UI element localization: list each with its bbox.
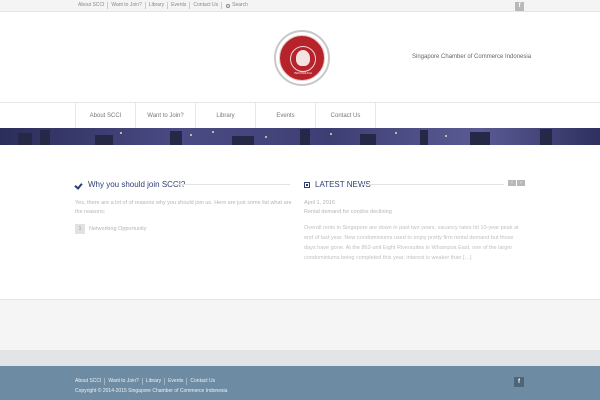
top-search[interactable]: Search — [222, 2, 248, 9]
why-join-heading: Why you should join SCCI? — [75, 180, 185, 189]
footer-nav: About SCCI Want to Join? Library Events … — [75, 378, 218, 385]
footer-link-contact[interactable]: Contact Us — [187, 378, 218, 385]
item-label: Networking Opportunity — [89, 226, 147, 232]
top-link-contact[interactable]: Contact Us — [190, 2, 223, 9]
top-bar: About SCCI Want to Join? Library Events … — [0, 0, 600, 12]
search-label: Search — [232, 2, 248, 8]
top-link-library[interactable]: Library — [146, 2, 169, 9]
news-carousel-arrows: ‹ › — [508, 180, 525, 186]
why-join-title: Why you should join SCCI? — [88, 180, 186, 189]
item-number: 1 — [75, 224, 85, 234]
top-link-about[interactable]: About SCCI — [78, 2, 109, 9]
copyright: Copyright © 2014-2015 Singapore Chamber … — [75, 388, 228, 394]
nav-item-about[interactable]: About SCCI — [76, 103, 136, 129]
top-nav: About SCCI Want to Join? Library Events … — [78, 2, 248, 9]
footer-top-band — [0, 350, 600, 366]
logo-seal: INDONESIA — [279, 35, 325, 81]
news-headline[interactable]: Rental demand for condos declining — [304, 209, 392, 215]
facebook-icon[interactable]: f — [514, 377, 524, 387]
why-join-lead: Yes, there are a lot of of reasons why y… — [75, 200, 292, 215]
top-link-join[interactable]: Want to Join? — [108, 2, 146, 9]
footer-link-about[interactable]: About SCCI — [75, 378, 106, 385]
divider — [362, 184, 504, 185]
footer-link-library[interactable]: Library — [143, 378, 166, 385]
news-excerpt: Overall rents in Singapore are down in p… — [304, 225, 519, 261]
footer-link-events[interactable]: Events — [165, 378, 188, 385]
top-link-events[interactable]: Events — [168, 2, 191, 9]
nav-item-library[interactable]: Library — [196, 103, 256, 129]
city-skyline-banner — [0, 128, 600, 145]
latest-news-heading: LATEST NEWS — [304, 180, 371, 189]
facebook-icon[interactable]: f — [515, 2, 524, 11]
divider — [172, 184, 290, 185]
nav-item-contact[interactable]: Contact Us — [316, 103, 376, 129]
grey-band — [0, 299, 600, 350]
news-date: April 1, 2016 — [304, 200, 335, 206]
site-footer: About SCCI Want to Join? Library Events … — [0, 366, 600, 400]
nav-item-join[interactable]: Want to Join? — [136, 103, 196, 129]
nav-item-events[interactable]: Events — [256, 103, 316, 129]
news-icon — [304, 181, 310, 188]
lion-icon — [296, 50, 310, 66]
logo-text: INDONESIA — [293, 71, 313, 75]
main-nav: About SCCI Want to Join? Library Events … — [0, 102, 600, 129]
site-header: INDONESIA Singapore Chamber of Commerce … — [0, 12, 600, 102]
search-icon — [226, 3, 231, 8]
list-item[interactable]: 1 Networking Opportunity — [75, 224, 146, 234]
next-arrow-icon[interactable]: › — [517, 180, 525, 186]
scci-logo[interactable]: INDONESIA — [274, 30, 330, 86]
prev-arrow-icon[interactable]: ‹ — [508, 180, 516, 186]
check-icon — [75, 182, 83, 188]
footer-link-join[interactable]: Want to Join? — [105, 378, 143, 385]
site-tagline: Singapore Chamber of Commerce Indonesia — [412, 54, 532, 60]
